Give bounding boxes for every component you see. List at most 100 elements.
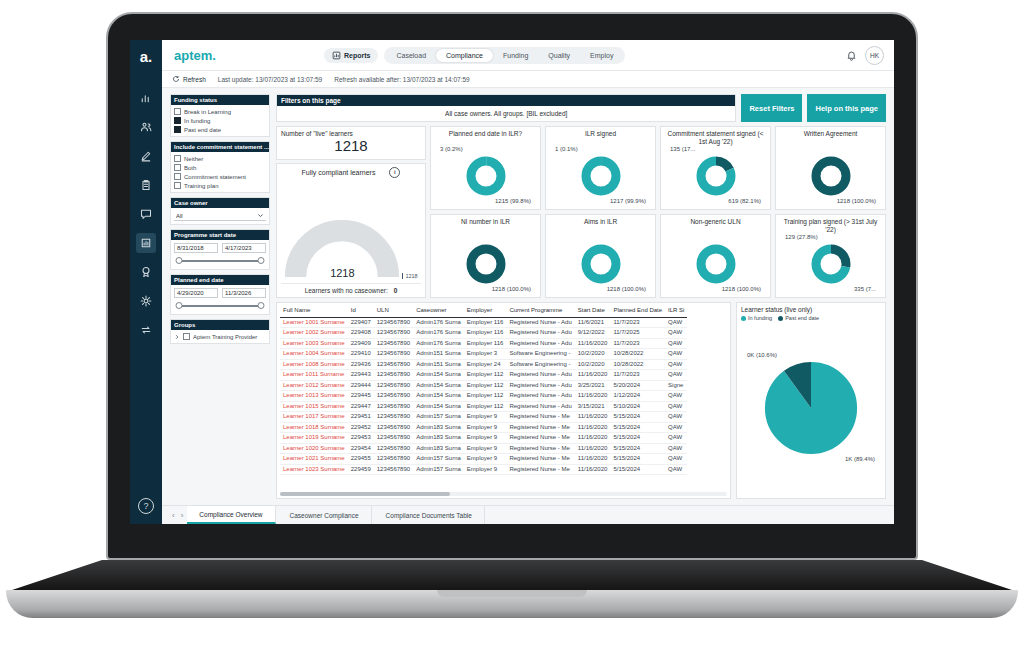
legend-item[interactable]: In funding [741, 315, 772, 321]
checkbox[interactable] [174, 182, 181, 189]
sheet-tab[interactable]: Compliance Overview [187, 506, 275, 524]
checkbox-option[interactable]: Neither [174, 155, 266, 162]
bell-icon[interactable] [846, 50, 857, 61]
nav-tab[interactable]: Employ [580, 49, 623, 62]
sidebar-item[interactable] [136, 175, 156, 195]
table-row[interactable]: Learner 1015 Surname2294471234567890Admi… [280, 401, 687, 412]
column-header[interactable]: ILR Si [665, 305, 687, 317]
table-row[interactable]: Learner 1019 Surname2294531234567890Admi… [280, 433, 687, 444]
donut-segment[interactable] [471, 161, 501, 191]
action-button[interactable]: Help on this page [807, 94, 886, 122]
checkbox[interactable] [183, 333, 190, 340]
table-row[interactable]: Learner 1003 Surname2294091234567890Admi… [280, 338, 687, 349]
horizontal-scrollbar[interactable] [280, 492, 727, 496]
pen-icon [140, 150, 152, 162]
date-from[interactable]: 8/31/2018 [174, 243, 218, 253]
column-header[interactable]: ULN [374, 305, 413, 317]
donut-segment[interactable] [471, 249, 501, 279]
slider-handle[interactable] [258, 257, 265, 264]
slider-handle[interactable] [176, 257, 183, 264]
table-row[interactable]: Learner 1011 Surname2294431234567890Admi… [280, 370, 687, 381]
column-header[interactable]: Caseowner [413, 305, 464, 317]
table-row[interactable]: Learner 1012 Surname2294441234567890Admi… [280, 380, 687, 391]
checkbox-option[interactable]: Break in Learning [174, 108, 266, 115]
tree-option[interactable]: Aptem Training Provider [174, 333, 266, 340]
date-to[interactable]: 4/17/2023 [222, 243, 266, 253]
refresh-button[interactable]: Refresh [172, 75, 206, 83]
checkbox-option[interactable]: In funding [174, 117, 266, 124]
table-row[interactable]: Learner 1023 Surname2294591234567890Admi… [280, 464, 687, 475]
action-button[interactable]: Reset Filters [741, 94, 802, 122]
table-row[interactable]: Learner 1020 Surname2294541234567890Admi… [280, 443, 687, 454]
table-row[interactable]: Learner 1017 Surname2294511234567890Admi… [280, 412, 687, 423]
date-from[interactable]: 4/29/2020 [174, 288, 218, 298]
donut-segment[interactable] [586, 161, 616, 191]
slider-handle[interactable] [258, 302, 265, 309]
donut-segment[interactable] [471, 161, 501, 191]
checkbox[interactable] [174, 108, 181, 115]
help-button[interactable]: ? [138, 498, 154, 514]
nav-tab[interactable]: Caseload [386, 49, 436, 62]
sheet-tab[interactable]: Caseowner Compliance [278, 506, 372, 524]
donut-segment[interactable] [816, 161, 846, 191]
table-row[interactable]: Learner 1004 Surname2294101234567890Admi… [280, 349, 687, 360]
table-row[interactable]: Learner 1013 Surname2294451234567890Admi… [280, 391, 687, 402]
checkbox-option[interactable]: Both [174, 164, 266, 171]
table-row[interactable]: Learner 1018 Surname2294521234567890Admi… [280, 422, 687, 433]
column-header[interactable]: Start Date [575, 305, 611, 317]
dropdown[interactable]: All [174, 211, 266, 221]
logo[interactable]: a. [140, 48, 153, 66]
sidebar-item[interactable] [136, 233, 156, 253]
sheet-nav-button[interactable]: ‹ [170, 506, 177, 524]
donut-segment[interactable] [701, 161, 731, 191]
column-header[interactable]: Planned End Date [610, 305, 665, 317]
table-cell: 229443 [348, 370, 374, 381]
range-slider[interactable] [174, 300, 266, 311]
reports-section[interactable]: Reports [324, 48, 378, 63]
range-slider[interactable] [174, 255, 266, 266]
donut-segment[interactable] [816, 249, 846, 279]
caret-right-icon[interactable] [174, 334, 180, 340]
table-row[interactable]: Learner 1002 Surname2294081234567890Admi… [280, 328, 687, 339]
donut-segment[interactable] [701, 249, 731, 279]
legend-item[interactable]: Past end date [778, 315, 819, 321]
column-header[interactable]: Full Name [280, 305, 348, 317]
sidebar-item[interactable] [136, 291, 156, 311]
column-header[interactable]: Employer [464, 305, 507, 317]
sidebar-item[interactable] [136, 146, 156, 166]
info-icon[interactable]: i [389, 167, 400, 178]
nav-tab[interactable]: Compliance [436, 49, 493, 62]
checkbox[interactable] [174, 164, 181, 171]
slider-handle[interactable] [176, 302, 183, 309]
checkbox[interactable] [174, 117, 181, 124]
donut-segment[interactable] [586, 249, 616, 279]
brand[interactable]: aptem. [174, 48, 324, 63]
sidebar-item[interactable] [136, 88, 156, 108]
column-header[interactable]: Current Programme [506, 305, 574, 317]
table-row[interactable]: Learner 1021 Surname2294551234567890Admi… [280, 454, 687, 465]
checkbox-option[interactable]: Past end date [174, 126, 266, 133]
table-row[interactable]: Learner 1001 Surname2294071234567890Admi… [280, 317, 687, 328]
user-avatar[interactable]: HK [865, 46, 884, 65]
checkbox[interactable] [174, 126, 181, 133]
checkbox-option[interactable]: Commitment statement [174, 173, 266, 180]
column-header[interactable]: Id [348, 305, 374, 317]
pie-slice[interactable] [788, 385, 834, 431]
checkbox-option[interactable]: Training plan [174, 182, 266, 189]
sheet-tab[interactable]: Compliance Documents Table [374, 506, 485, 524]
sidebar-item[interactable] [136, 204, 156, 224]
nav-tab[interactable]: Quality [538, 49, 580, 62]
donut-segment[interactable] [701, 161, 731, 191]
checkbox[interactable] [174, 155, 181, 162]
table-row[interactable]: Learner 1008 Surname2294361234567890Admi… [280, 359, 687, 370]
nav-tab[interactable]: Funding [493, 49, 538, 62]
date-to[interactable]: 11/3/2026 [222, 288, 266, 298]
sidebar-item[interactable] [136, 262, 156, 282]
sidebar-item[interactable] [136, 117, 156, 137]
sheet-nav-button[interactable]: › [179, 506, 186, 524]
checkbox[interactable] [174, 173, 181, 180]
pie-slice[interactable] [788, 385, 834, 431]
donut-segment[interactable] [816, 249, 846, 279]
sidebar-item[interactable] [136, 320, 156, 340]
donut-segment[interactable] [586, 161, 616, 191]
